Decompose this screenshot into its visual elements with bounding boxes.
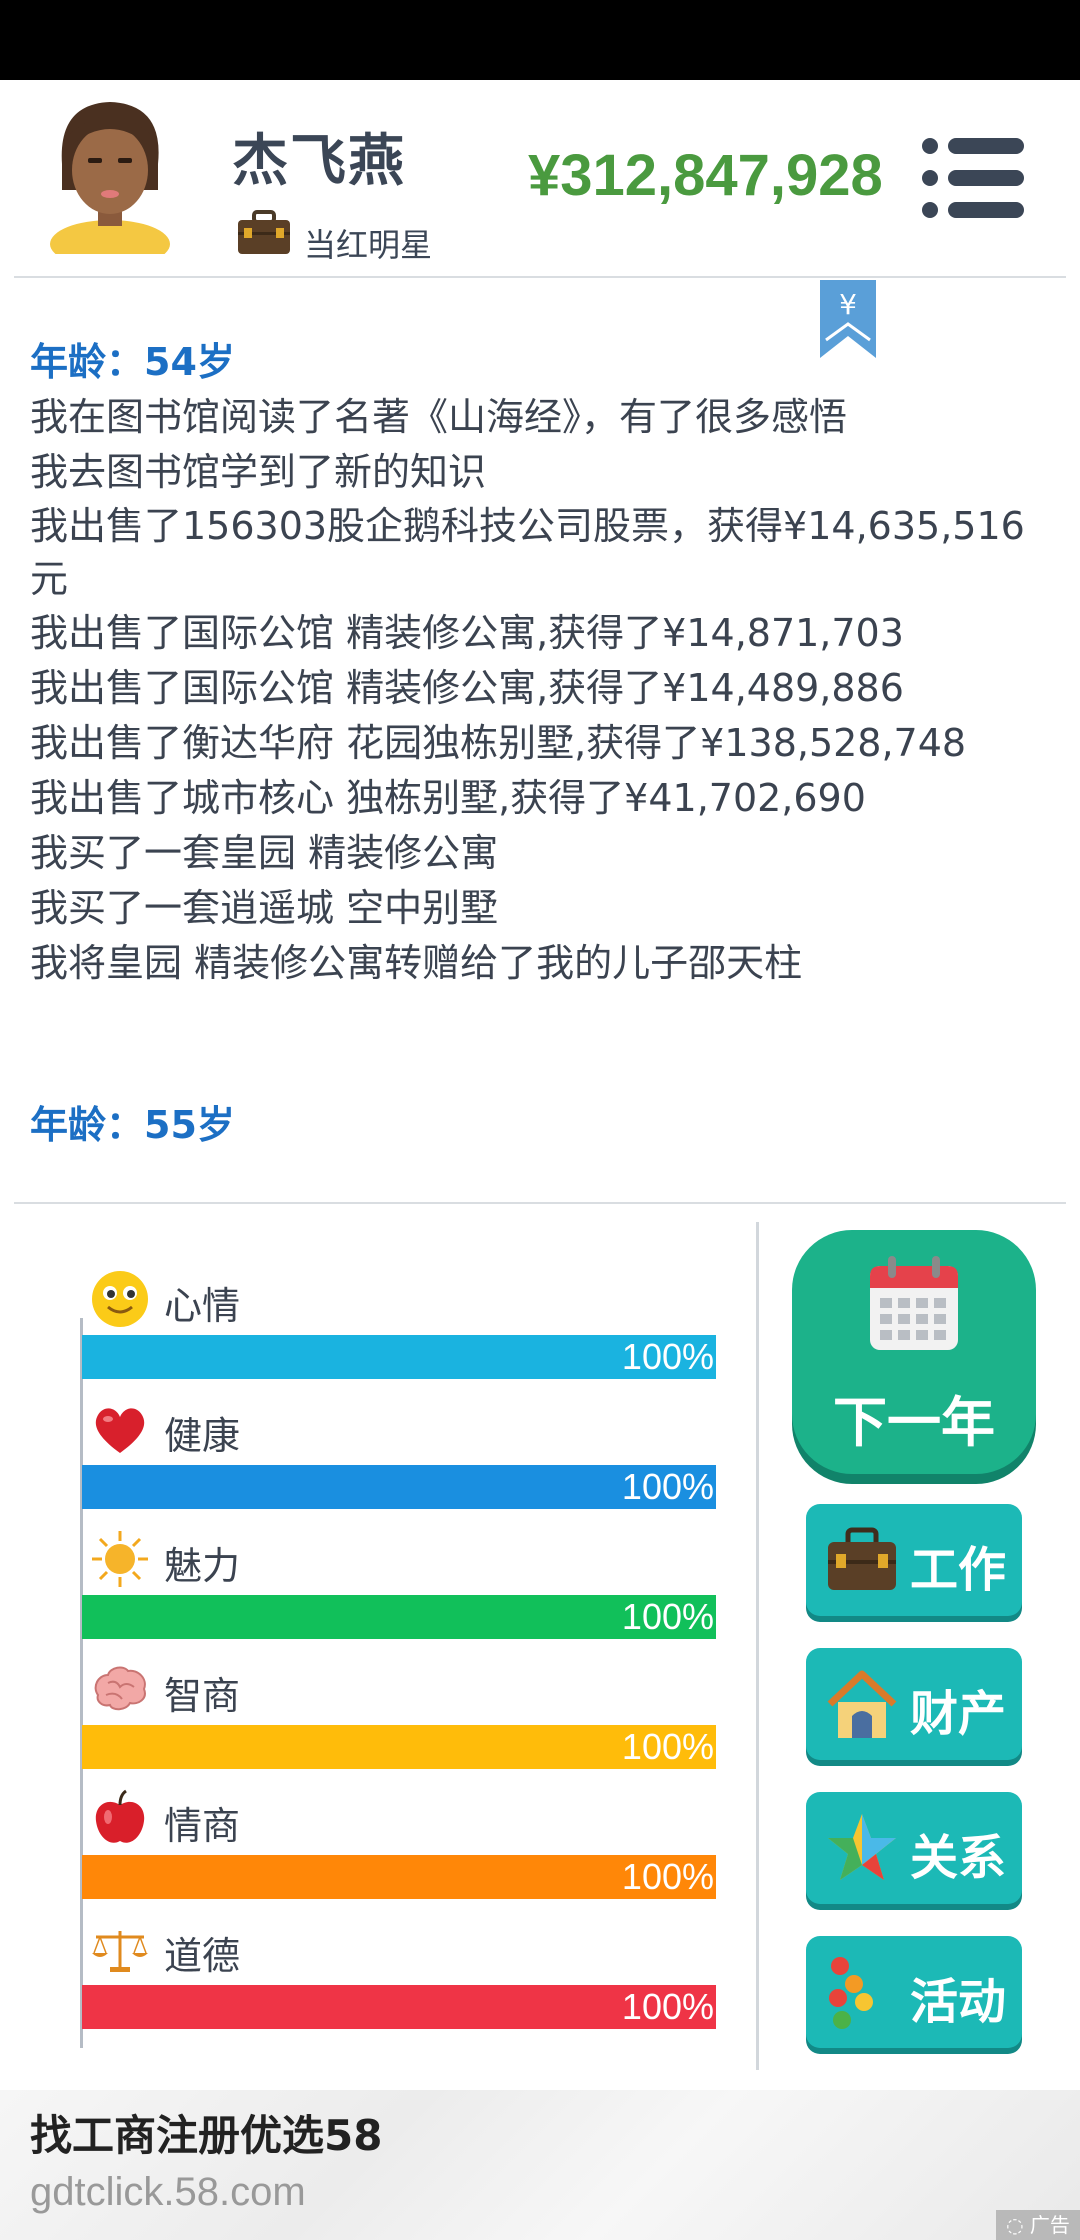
stat-morality: 道德 100%	[80, 1915, 720, 2045]
relationship-label: 关系	[910, 1830, 1007, 1886]
event-log: 年龄：54岁 我在图书馆阅读了名著《山海经》，有了很多感悟 我去图书馆学到了新的…	[30, 334, 1050, 991]
ad-title[interactable]: 找工商注册优选58	[30, 2102, 382, 2163]
profile-header: 杰飞燕 当红明星 ¥312,847,928	[0, 80, 1080, 278]
header-divider	[14, 276, 1066, 278]
ad-banner[interactable]: 找工商注册优选58 gdtclick.58.com ◌ 广告	[0, 2090, 1080, 2240]
star-icon	[828, 1814, 896, 1880]
house-icon	[827, 1670, 897, 1738]
stat-value: 100%	[621, 1726, 714, 1767]
activity-label: 活动	[910, 1974, 1007, 2030]
smiley-icon	[92, 1271, 148, 1327]
job-title: 当红明星	[304, 226, 433, 264]
stat-bar-fill	[82, 1725, 716, 1769]
svg-text:¥: ¥	[839, 288, 857, 321]
stat-health: 健康 100%	[80, 1395, 720, 1525]
age-heading: 年龄：54岁	[30, 340, 235, 384]
briefcase-icon	[828, 1527, 896, 1590]
log-entry: 我出售了衡达华府 花园独栋别墅,获得了¥138,528,748	[30, 721, 967, 765]
ad-tag: ◌ 广告	[996, 2210, 1080, 2240]
stat-label: 健康	[164, 1414, 241, 1458]
stat-value: 100%	[621, 1596, 714, 1637]
stat-label: 心情	[164, 1284, 241, 1328]
relationship-button[interactable]: 关系	[806, 1792, 1022, 1904]
next-year-button[interactable]: 下一年	[792, 1230, 1036, 1474]
scales-icon	[92, 1931, 148, 1972]
property-button[interactable]: 财产	[806, 1648, 1022, 1760]
log-entry: 我出售了城市核心 独栋别墅,获得了¥41,702,690	[30, 776, 866, 820]
log-entry: 我去图书馆学到了新的知识	[30, 450, 487, 494]
log-entry: 我出售了156303股企鹅科技公司股票，获得¥14,635,516元	[30, 504, 1025, 601]
stat-value: 100%	[621, 1856, 714, 1897]
stat-bar: 100%	[82, 1465, 716, 1509]
player-name: 杰飞燕	[232, 129, 406, 194]
stat-iq: 智商 100%	[80, 1655, 720, 1785]
ad-url[interactable]: gdtclick.58.com	[30, 2170, 306, 2215]
stat-bar: 100%	[82, 1855, 716, 1899]
avatar	[50, 102, 170, 254]
stat-bar: 100%	[82, 1725, 716, 1769]
log-entry: 我出售了国际公馆 精装修公寓,获得了¥14,489,886	[30, 666, 904, 710]
property-label: 财产	[910, 1686, 1007, 1742]
log-entry: 我在图书馆阅读了名著《山海经》，有了很多感悟	[30, 395, 848, 439]
stat-mood: 心情 100%	[80, 1265, 720, 1395]
menu-icon[interactable]	[918, 136, 1026, 220]
stat-bar-fill	[82, 1595, 716, 1639]
stat-value: 100%	[621, 1986, 714, 2027]
panel-divider	[756, 1222, 759, 2070]
stat-bar-fill	[82, 1335, 716, 1379]
brain-icon	[94, 1666, 146, 1711]
sun-icon	[92, 1531, 148, 1587]
stat-bar: 100%	[82, 1985, 716, 2029]
status-bar	[0, 0, 1080, 80]
stat-bar: 100%	[82, 1335, 716, 1379]
log-entry: 我买了一套皇园 精装修公寓	[30, 831, 499, 875]
stat-bar: 100%	[82, 1595, 716, 1639]
stat-charm: 魅力 100%	[80, 1525, 720, 1655]
apple-icon	[95, 1789, 145, 1843]
work-button[interactable]: 工作	[806, 1504, 1022, 1616]
log-entry: 我将皇园 精装修公寓转赠给了我的儿子邵天柱	[30, 941, 803, 985]
age-heading: 年龄：55岁	[30, 1103, 235, 1147]
stat-bar-fill	[82, 1465, 716, 1509]
stat-bar-fill	[82, 1855, 716, 1899]
activity-icon	[829, 1957, 873, 2029]
ad-tag-label: 广告	[1029, 2213, 1070, 2237]
next-year-label: 下一年	[833, 1391, 995, 1454]
stat-label: 情商	[164, 1804, 241, 1848]
briefcase-icon	[238, 210, 290, 254]
stat-label: 智商	[164, 1674, 241, 1718]
calendar-icon	[870, 1256, 958, 1350]
stat-value: 100%	[621, 1336, 714, 1377]
log-entry: 我买了一套逍遥城 空中别墅	[30, 886, 499, 930]
heart-icon	[95, 1408, 145, 1453]
log-entry: 我出售了国际公馆 精装修公寓,获得了¥14,871,703	[30, 611, 904, 655]
stat-label: 道德	[164, 1934, 241, 1978]
stat-bar-fill	[82, 1985, 716, 2029]
stat-eq: 情商 100%	[80, 1785, 720, 1915]
work-label: 工作	[910, 1542, 1007, 1598]
stat-value: 100%	[621, 1466, 714, 1507]
stat-label: 魅力	[164, 1544, 241, 1588]
money-balance: ¥312,847,928	[528, 143, 883, 208]
log-divider	[14, 1202, 1066, 1204]
activity-button[interactable]: 活动	[806, 1936, 1022, 2048]
